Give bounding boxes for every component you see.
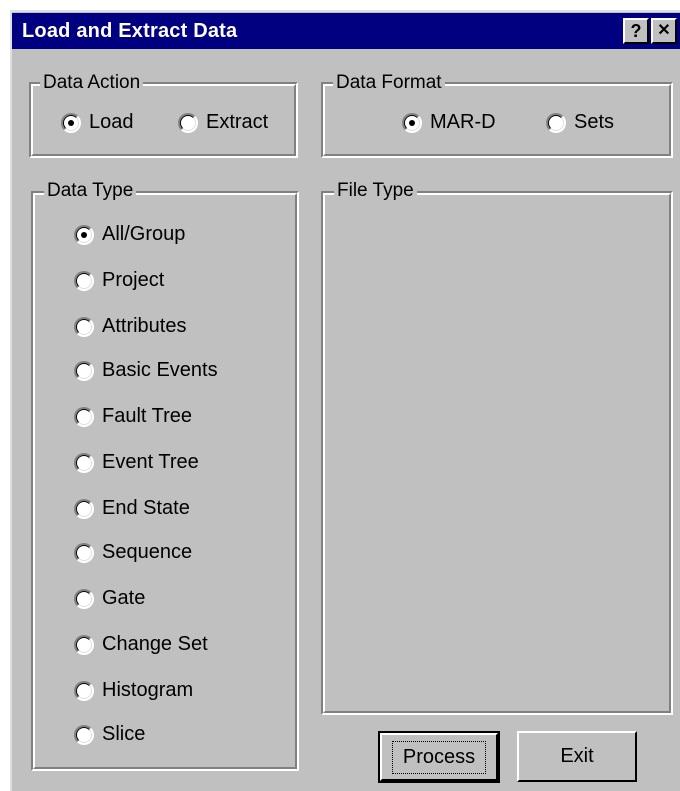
file-type-legend: File Type bbox=[334, 180, 417, 202]
radio-indicator bbox=[74, 498, 94, 519]
process-button-label: Process bbox=[391, 740, 487, 774]
radio-data-type-fault-tree[interactable]: Fault Tree bbox=[74, 405, 192, 428]
radio-label: Slice bbox=[102, 723, 146, 745]
window-title: Load and Extract Data bbox=[22, 20, 238, 42]
radio-sets[interactable]: Sets bbox=[546, 111, 614, 134]
radio-indicator bbox=[74, 316, 94, 337]
radio-data-type-end-state[interactable]: End State bbox=[74, 497, 190, 520]
radio-data-type-basic-events[interactable]: Basic Events bbox=[74, 359, 218, 382]
radio-indicator bbox=[546, 112, 566, 133]
radio-indicator bbox=[74, 680, 94, 701]
radio-label: Event Tree bbox=[102, 451, 199, 473]
radio-indicator bbox=[74, 452, 94, 473]
radio-label: Change Set bbox=[102, 633, 208, 655]
radio-data-type-attributes[interactable]: Attributes bbox=[74, 315, 186, 338]
radio-label: Attributes bbox=[102, 315, 187, 337]
radio-load[interactable]: Load bbox=[61, 111, 134, 134]
data-action-legend: Data Action bbox=[40, 72, 144, 94]
radio-indicator bbox=[61, 112, 81, 133]
help-button[interactable]: ? bbox=[623, 18, 649, 44]
radio-data-type-project[interactable]: Project bbox=[74, 269, 164, 292]
radio-label: Sets bbox=[574, 111, 615, 133]
radio-indicator bbox=[402, 112, 422, 133]
radio-label: Sequence bbox=[102, 541, 193, 563]
exit-button-label: Exit bbox=[560, 745, 594, 767]
radio-label: MAR-D bbox=[430, 111, 496, 133]
radio-indicator bbox=[74, 270, 94, 291]
radio-data-type-gate[interactable]: Gate bbox=[74, 587, 145, 610]
radio-indicator bbox=[74, 406, 94, 427]
radio-label: Load bbox=[89, 111, 134, 133]
radio-indicator bbox=[74, 360, 94, 381]
radio-indicator bbox=[178, 112, 198, 133]
radio-data-type-change-set[interactable]: Change Set bbox=[74, 633, 208, 656]
radio-data-type-histogram[interactable]: Histogram bbox=[74, 679, 193, 702]
radio-data-type-slice[interactable]: Slice bbox=[74, 723, 145, 746]
exit-button[interactable]: Exit bbox=[517, 731, 637, 782]
radio-indicator bbox=[74, 542, 94, 563]
radio-indicator bbox=[74, 224, 94, 245]
radio-extract[interactable]: Extract bbox=[178, 111, 268, 134]
data-type-legend: Data Type bbox=[44, 180, 137, 202]
radio-mar-d[interactable]: MAR-D bbox=[402, 111, 496, 134]
radio-label: Gate bbox=[102, 587, 146, 609]
radio-label: Histogram bbox=[102, 679, 194, 701]
radio-label: Extract bbox=[206, 111, 269, 133]
radio-label: Basic Events bbox=[102, 359, 218, 381]
radio-label: All/Group bbox=[102, 223, 186, 245]
data-format-legend: Data Format bbox=[333, 72, 445, 94]
process-button[interactable]: Process bbox=[378, 731, 500, 783]
close-button[interactable]: ✕ bbox=[651, 18, 677, 44]
radio-label: Project bbox=[102, 269, 165, 291]
radio-indicator bbox=[74, 634, 94, 655]
radio-data-type-event-tree[interactable]: Event Tree bbox=[74, 451, 199, 474]
radio-data-type-all-group[interactable]: All/Group bbox=[74, 223, 185, 246]
title-bar: Load and Extract Data ? ✕ bbox=[12, 13, 680, 49]
file-type-group bbox=[321, 191, 673, 715]
radio-indicator bbox=[74, 588, 94, 609]
radio-data-type-sequence[interactable]: Sequence bbox=[74, 541, 192, 564]
radio-label: End State bbox=[102, 497, 190, 519]
radio-label: Fault Tree bbox=[102, 405, 193, 427]
radio-indicator bbox=[74, 724, 94, 745]
